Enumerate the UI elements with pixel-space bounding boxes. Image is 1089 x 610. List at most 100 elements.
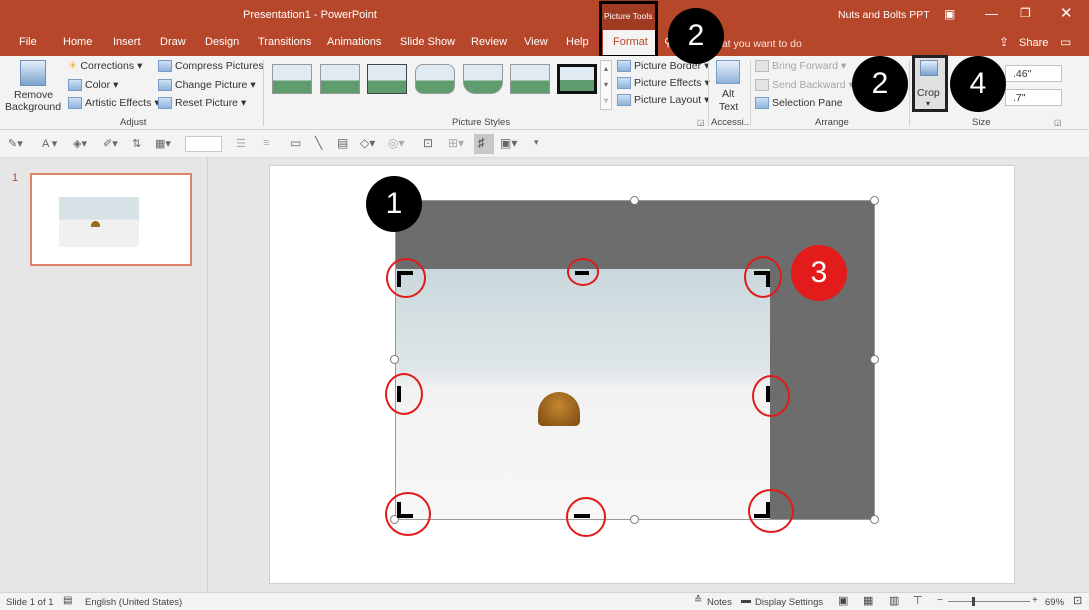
width-field[interactable]: .7" [1005,89,1062,106]
text-align-icon[interactable]: ≡ [263,137,269,149]
merge-shapes-icon[interactable]: ◎▾ [388,136,405,150]
minimize-icon[interactable]: — [985,6,998,21]
resize-handle-top-right[interactable] [870,196,879,205]
notes-button[interactable]: Notes [707,597,732,608]
comments-icon[interactable]: ▭ [1060,35,1071,49]
format-painter-icon[interactable]: ✎▾ [8,137,23,150]
tab-insert[interactable]: Insert [113,36,141,48]
alt-text-label-1[interactable]: Alt [722,88,734,100]
tab-design[interactable]: Design [205,36,239,48]
shapes-icon[interactable]: ◇▾ [360,136,375,150]
picture-style-thumb-1[interactable] [272,64,312,94]
rectangle-icon[interactable]: ▭ [290,136,301,150]
notes-icon: ≙ [694,595,703,606]
picture-style-thumb-4[interactable] [415,64,455,94]
close-icon[interactable]: ✕ [1060,4,1073,22]
picture-style-thumb-2[interactable] [320,64,360,94]
tab-home[interactable]: Home [63,36,92,48]
customize-toolbar-icon[interactable]: ▾ [534,137,539,148]
spellcheck-icon[interactable]: ▤ [63,595,72,606]
selection-pane-button[interactable]: Selection Pane [755,97,843,109]
tab-view[interactable]: View [524,36,548,48]
ribbon-display-options-icon[interactable]: ▣ [944,7,955,21]
fill-color-icon[interactable]: ◈▾ [73,137,87,150]
tab-review[interactable]: Review [471,36,507,48]
reset-picture-icon [158,97,172,109]
zoom-slider-thumb[interactable] [972,597,975,606]
resize-handle-right[interactable] [870,355,879,364]
color-button[interactable]: Color ▾ [68,79,118,91]
edit-shape-icon[interactable]: ⊡ [423,136,433,150]
resize-handle-top[interactable] [630,196,639,205]
remove-background-icon[interactable] [20,60,46,86]
alt-text-icon[interactable] [716,60,740,84]
text-box-icon[interactable]: ▤ [337,136,348,150]
slide-sorter-icon[interactable]: ▦ [863,594,873,607]
bring-forward-button[interactable]: Bring Forward ▾ [755,60,846,72]
dialog-launcher-icon[interactable]: ◲ [697,118,705,127]
title-bar: Presentation1 - PowerPoint Picture Tools… [0,0,1089,30]
arrange-icon[interactable]: ▦▾ [155,137,171,150]
tab-animations[interactable]: Animations [327,36,381,48]
picture-effects-button[interactable]: Picture Effects▾ [617,77,710,89]
fit-to-window-icon[interactable]: ⊡ [1073,594,1082,607]
share-icon[interactable]: ⇪ [999,35,1009,49]
font-color-icon[interactable]: A ▾ [42,137,57,150]
crop-quick-button[interactable]: ♯ [474,134,494,154]
remove-background-label-1[interactable]: Remove [14,89,53,101]
zoom-in-icon[interactable]: + [1032,595,1038,606]
align-icon[interactable]: ⇅ [132,137,141,150]
change-picture-button[interactable]: Change Picture ▾ [158,79,256,91]
font-size-input[interactable] [185,136,222,152]
remove-background-label-2[interactable]: Background [5,101,61,113]
picture-style-thumb-7[interactable] [557,64,597,94]
height-field[interactable]: .46" [1005,65,1062,82]
tab-help[interactable]: Help [566,36,589,48]
zoom-level[interactable]: 69% [1045,597,1064,608]
display-settings-icon: ▬ [741,595,751,606]
selection-outline [395,200,875,520]
resize-handle-bottom[interactable] [630,515,639,524]
line-color-icon[interactable]: ✐▾ [103,137,118,150]
account-name[interactable]: Nuts and Bolts PPT [838,9,930,21]
language-indicator[interactable]: English (United States) [85,597,182,608]
grid-icon[interactable]: ⊞▾ [448,136,464,150]
zoom-out-icon[interactable]: − [937,595,943,606]
corrections-button[interactable]: ☀ Corrections ▾ [68,60,142,72]
picture-layout-button[interactable]: Picture Layout ▾ [617,94,709,106]
bullets-icon[interactable]: ☰ [236,137,246,150]
share-button[interactable]: Share [1019,37,1048,49]
normal-view-icon[interactable]: ▣ [838,594,848,607]
slideshow-icon[interactable]: ⊤ [913,594,923,607]
tab-transitions[interactable]: Transitions [258,36,311,48]
annotation-circle [748,489,794,533]
zoom-slider[interactable] [948,601,1030,602]
restore-icon[interactable]: ❐ [1020,6,1031,20]
dialog-launcher-icon[interactable]: ◲ [1054,118,1062,127]
send-backward-button[interactable]: Send Backward▾ [755,79,854,91]
picture-effects-icon [617,77,631,89]
resize-handle-bottom-right[interactable] [870,515,879,524]
crop-button[interactable]: Crop ▾ [912,55,948,112]
tell-me-input[interactable]: hat you want to do [716,38,802,50]
line-icon[interactable]: ╲ [315,136,322,150]
resize-handle-left[interactable] [390,355,399,364]
display-settings-button[interactable]: Display Settings [755,597,823,608]
picture-style-thumb-6[interactable] [510,64,550,94]
alt-text-label-2[interactable]: Text [719,101,738,113]
picture-format-icon[interactable]: ▣▾ [500,136,517,150]
reading-view-icon[interactable]: ▥ [889,594,899,607]
window-title: Presentation1 - PowerPoint [243,9,377,21]
tab-slide-show[interactable]: Slide Show [400,36,455,48]
compress-pictures-button[interactable]: Compress Pictures [158,60,264,72]
tab-file[interactable]: File [19,36,37,48]
gallery-scroll[interactable]: ▴ ▾ ▿ [600,60,612,110]
picture-style-thumb-3[interactable] [367,64,407,94]
change-picture-icon [158,79,172,91]
annotation-circle [566,497,606,537]
reset-picture-button[interactable]: Reset Picture ▾ [158,97,246,109]
slide-thumbnail[interactable] [30,173,192,266]
tab-draw[interactable]: Draw [160,36,186,48]
artistic-effects-button[interactable]: Artistic Effects ▾ [68,97,160,109]
picture-style-thumb-5[interactable] [463,64,503,94]
